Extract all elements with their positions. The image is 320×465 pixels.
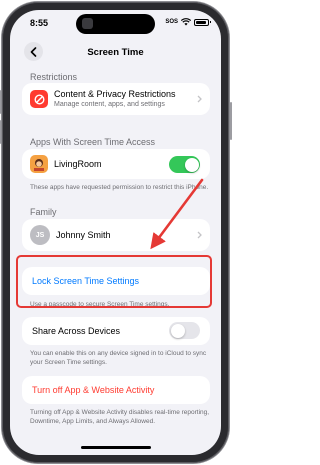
section-header-family: Family [30, 207, 57, 217]
lock-screen-time-settings-row[interactable]: Lock Screen Time Settings [22, 267, 210, 295]
livingroom-row: LivingRoom [22, 149, 210, 179]
livingroom-app-name: LivingRoom [54, 159, 102, 169]
share-across-devices-toggle[interactable] [169, 322, 200, 339]
content-privacy-restrictions-row[interactable]: Content & Privacy Restrictions Manage co… [22, 83, 210, 115]
turn-off-activity-row[interactable]: Turn off App & Website Activity [22, 376, 210, 404]
lock-screen-time-settings-label: Lock Screen Time Settings [32, 276, 140, 286]
livingroom-access-toggle[interactable] [169, 156, 200, 173]
lock-note: Use a passcode to secure Screen Time set… [30, 301, 170, 308]
phone-frame: 8:55 SOS Screen Time Restrictions Conten… [0, 2, 232, 463]
sos-label: SOS [165, 19, 178, 25]
apps-access-note: These apps have requested permission to … [30, 184, 209, 191]
page-title: Screen Time [87, 47, 144, 58]
restrictions-icon [30, 90, 48, 108]
section-header-restrictions: Restrictions [30, 72, 78, 82]
avatar-initials: JS [35, 231, 45, 239]
family-member-row[interactable]: JS Johnny Smith [22, 219, 210, 251]
status-time: 8:55 [30, 18, 49, 28]
turn-off-note: Turning off App & Website Activity disab… [30, 409, 210, 425]
toggle-knob [170, 323, 185, 338]
restrictions-subtitle: Manage content, apps, and settings [54, 101, 165, 108]
family-member-name: Johnny Smith [56, 230, 111, 240]
home-indicator [81, 446, 151, 449]
status-bar: 8:55 SOS [10, 10, 221, 36]
livingroom-app-icon [30, 155, 48, 173]
prohibited-icon [33, 93, 45, 105]
toggle-knob [184, 157, 199, 172]
status-icons: SOS [165, 18, 211, 26]
dynamic-island [76, 14, 155, 34]
share-across-devices-label: Share Across Devices [32, 326, 121, 336]
share-across-devices-row: Share Across Devices [22, 317, 210, 345]
notification-app-icon [82, 18, 93, 29]
restrictions-title: Content & Privacy Restrictions [54, 89, 176, 99]
wifi-icon [181, 18, 191, 26]
turn-off-activity-label: Turn off App & Website Activity [32, 385, 155, 395]
chevron-right-icon [197, 95, 202, 103]
power-button [230, 102, 232, 140]
avatar: JS [30, 225, 50, 245]
navigation-bar: Screen Time [10, 36, 221, 66]
chevron-right-icon [197, 231, 202, 239]
screen: 8:55 SOS Screen Time Restrictions Conten… [10, 10, 221, 455]
battery-icon [194, 18, 211, 26]
section-header-apps-access: Apps With Screen Time Access [30, 137, 156, 147]
volume-down-button [0, 120, 1, 144]
share-note: You can enable this on any device signed… [30, 350, 207, 366]
volume-up-button [0, 90, 1, 114]
